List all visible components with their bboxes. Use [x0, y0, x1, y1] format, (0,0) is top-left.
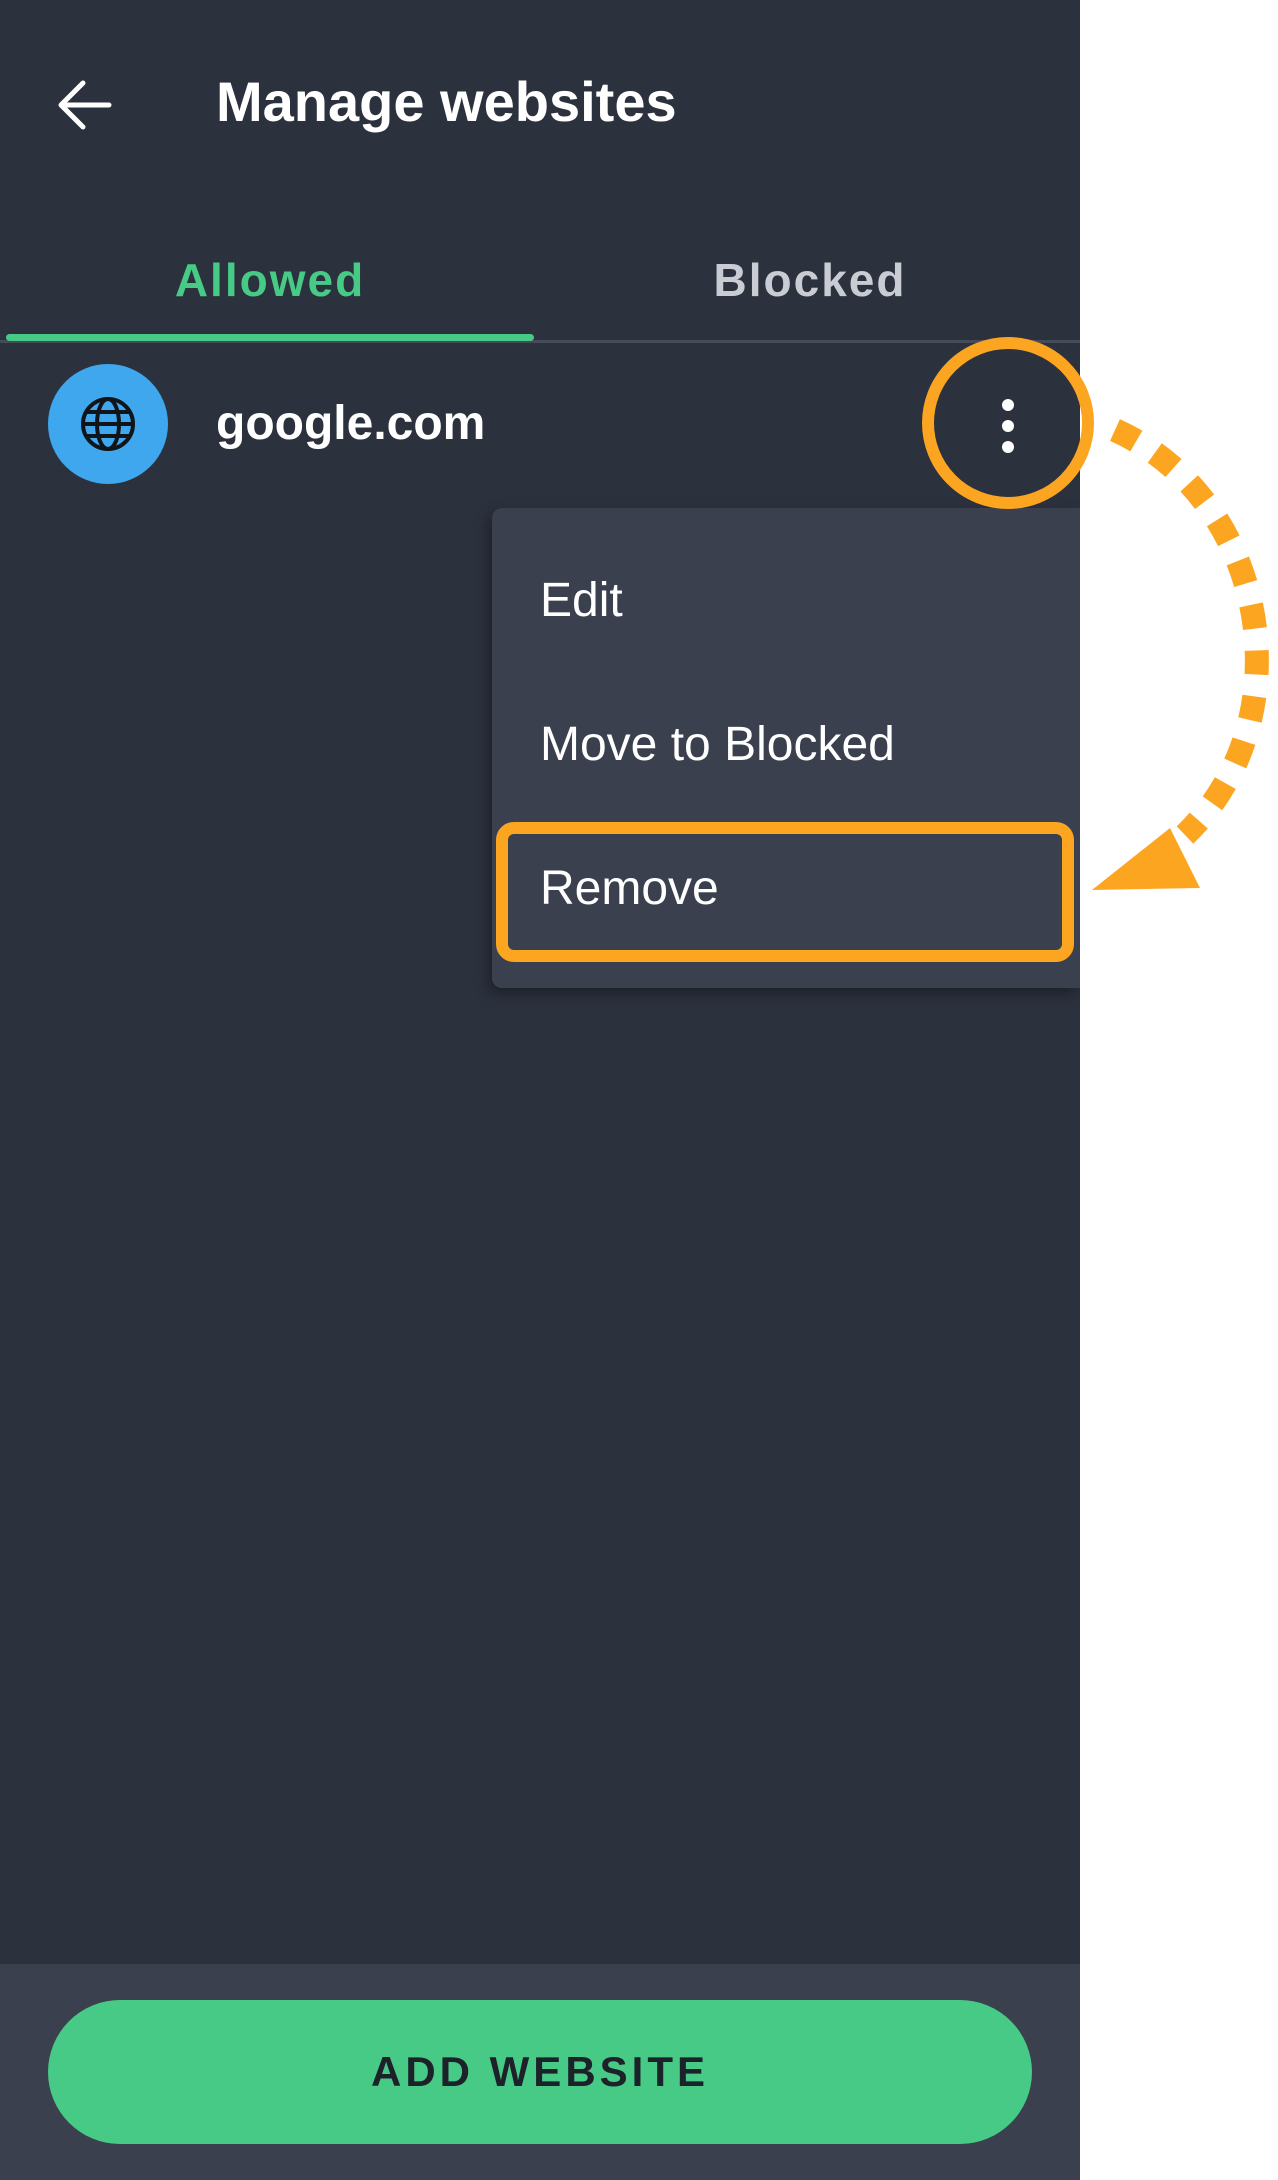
avatar: [48, 364, 168, 484]
context-menu: Edit Move to Blocked Remove: [492, 508, 1080, 988]
app-screen: Manage websites Allowed Blocked google.c…: [0, 0, 1080, 2180]
tab-blocked[interactable]: Blocked: [540, 222, 1080, 338]
website-name: google.com: [216, 397, 486, 450]
list-item[interactable]: google.com: [0, 350, 1080, 500]
add-website-button[interactable]: ADD WEBSITE: [48, 2000, 1032, 2144]
menu-item-remove[interactable]: Remove: [492, 816, 1080, 960]
back-button[interactable]: [40, 60, 130, 150]
dotted-arrow-path: [1110, 419, 1269, 844]
tab-allowed[interactable]: Allowed: [0, 222, 540, 338]
more-options-button[interactable]: [968, 386, 1048, 466]
more-vertical-icon: [1002, 399, 1014, 453]
tab-bar: Allowed Blocked: [0, 222, 1080, 343]
active-tab-indicator: [6, 334, 534, 341]
arrow-left-icon: [58, 80, 112, 130]
arrow-head-icon: [1092, 828, 1200, 890]
page-title: Manage websites: [216, 70, 677, 133]
globe-icon: [81, 397, 135, 451]
menu-item-edit[interactable]: Edit: [492, 528, 1080, 672]
bottom-bar: ADD WEBSITE: [0, 1964, 1080, 2180]
menu-item-move-to-blocked[interactable]: Move to Blocked: [492, 672, 1080, 816]
